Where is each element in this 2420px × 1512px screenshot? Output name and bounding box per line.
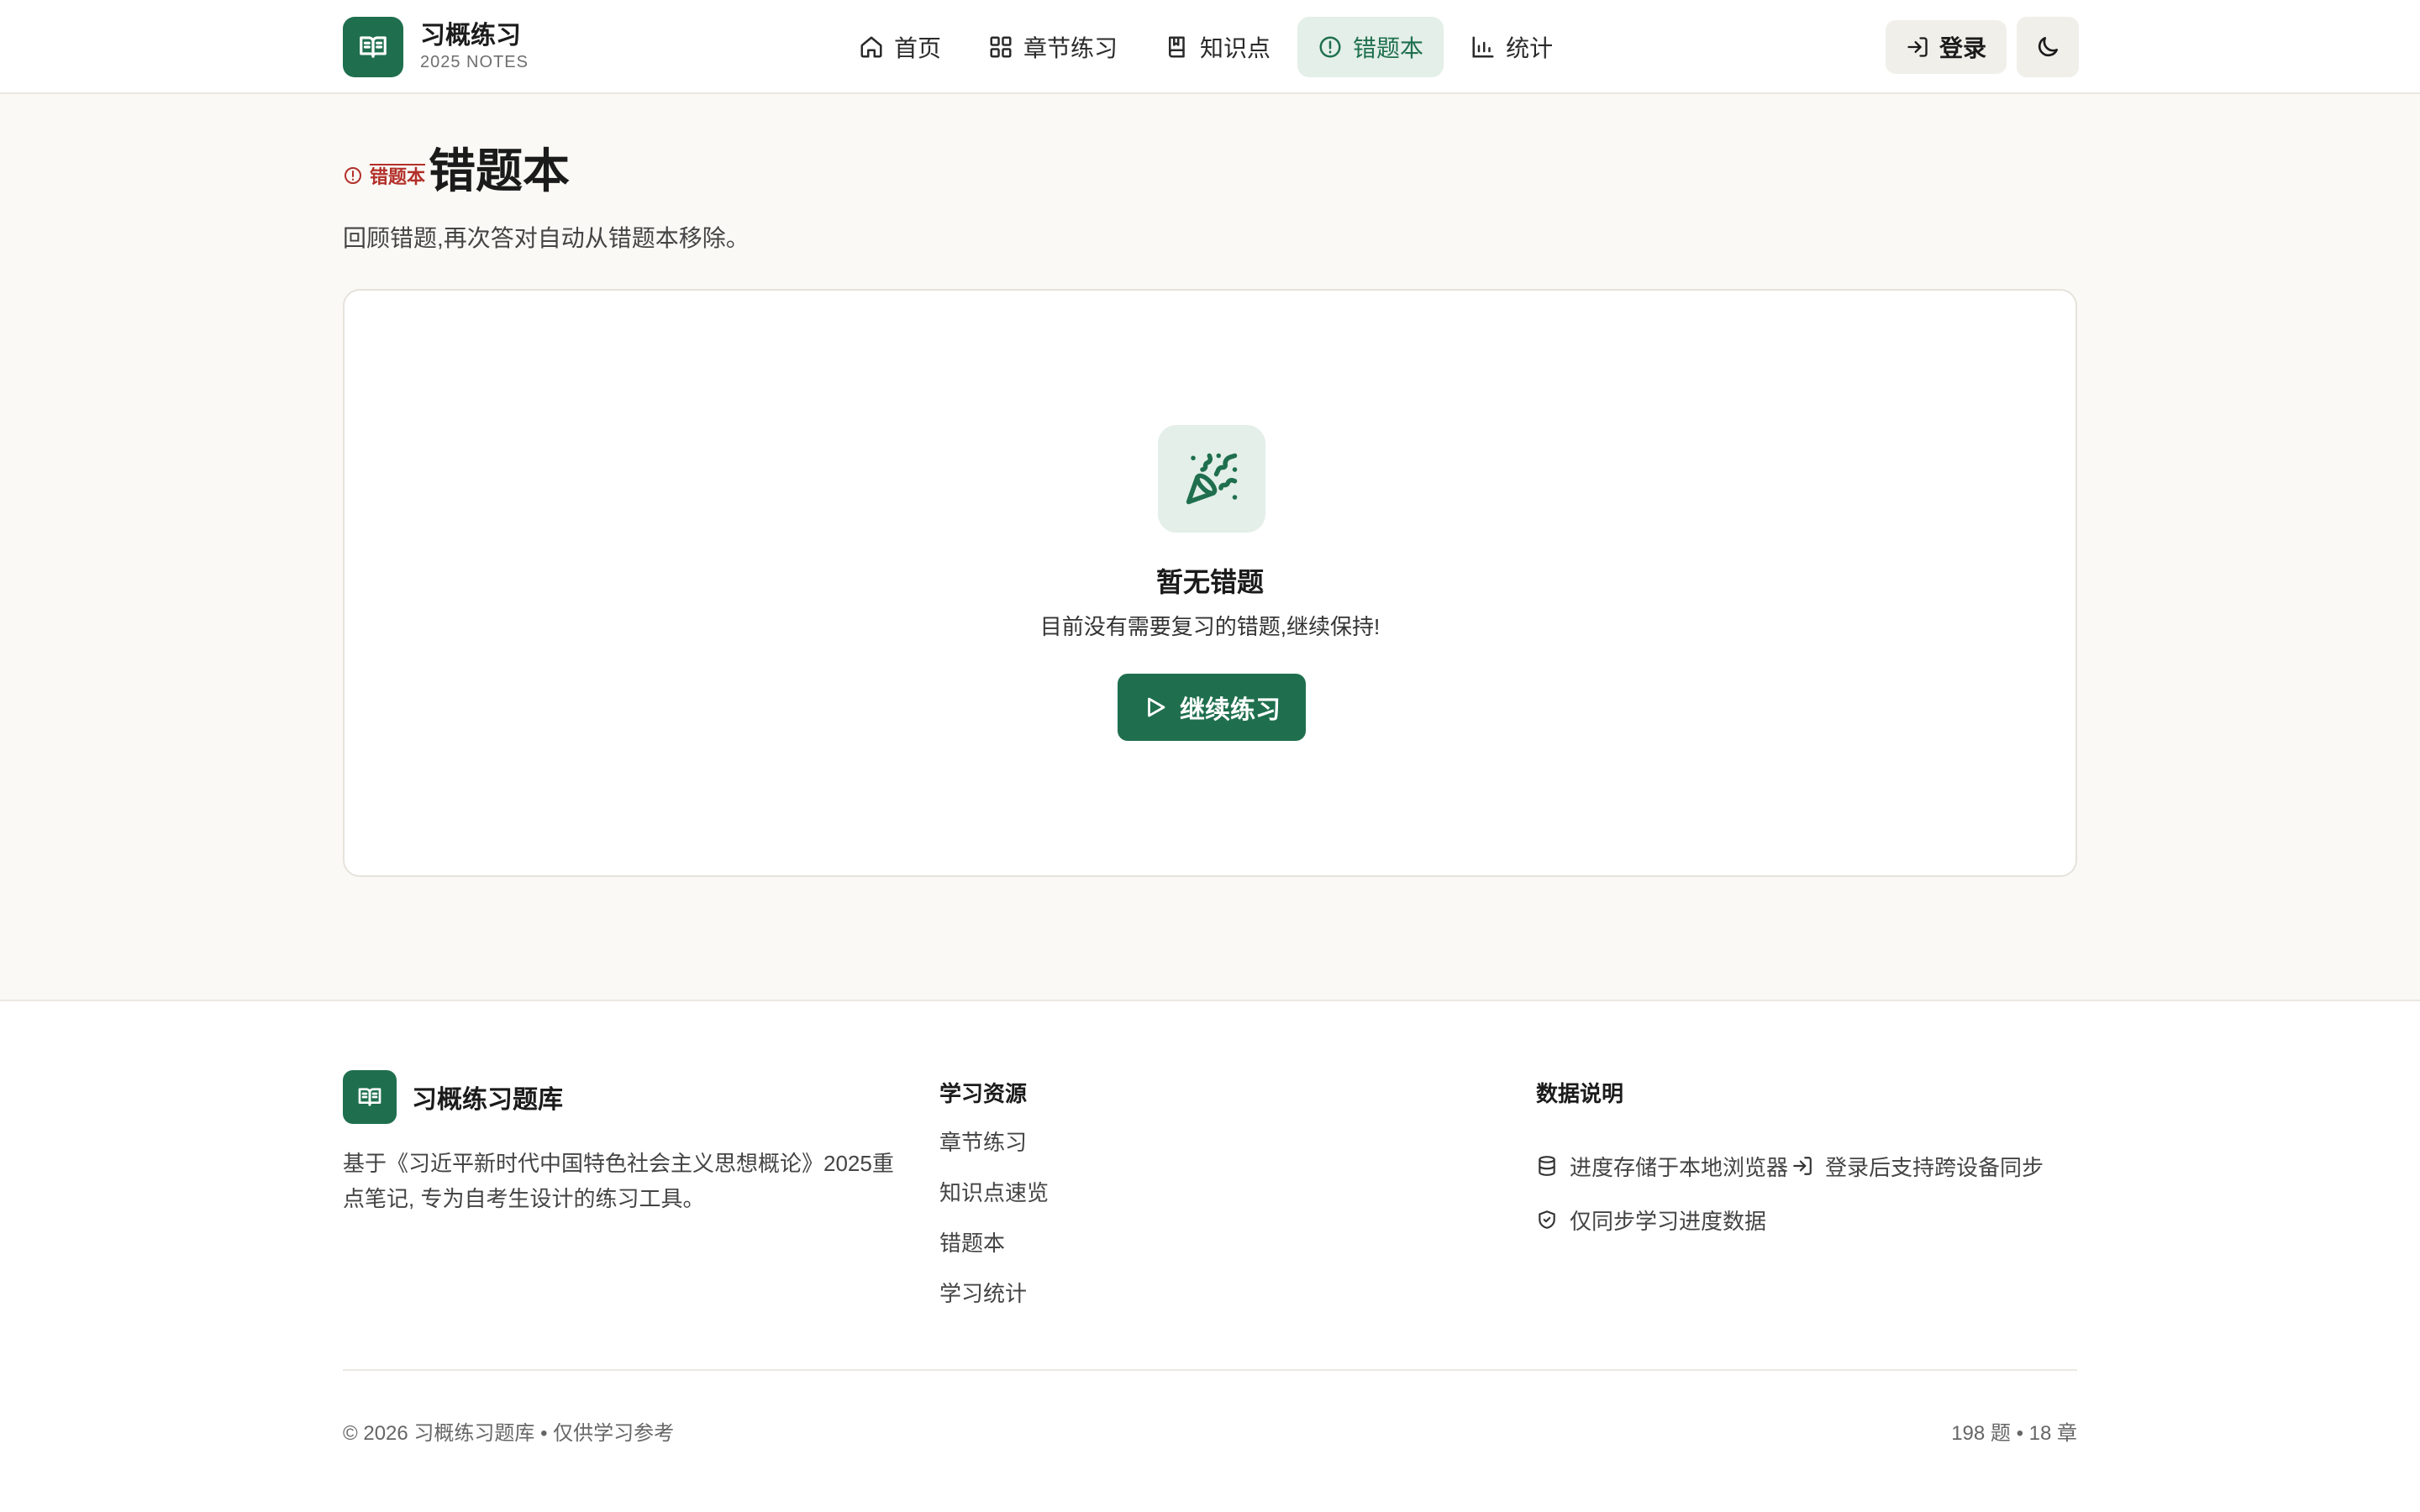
shield-check-icon: [1539, 1210, 1555, 1229]
open-book-icon: [343, 1070, 397, 1124]
section-tag-label: 错题本: [370, 164, 426, 187]
nav-label: 首页: [894, 35, 942, 61]
data-info-title: 数据说明: [1536, 1081, 1624, 1106]
data-info-suffix: 登录后支持跨设备同步: [1825, 1154, 2044, 1180]
footer-description: 基于《习近平新时代中国特色社会主义思想概论》2025重点笔记, 专为自考生设计的…: [343, 1151, 894, 1211]
brand-subtitle: 2025 NOTES: [420, 53, 529, 71]
moon-icon: [2038, 37, 2058, 57]
resources-list: 章节练习 知识点速览 错题本 学习统计: [939, 1126, 1049, 1327]
login-button[interactable]: 登录: [1886, 20, 2007, 74]
home-icon: [860, 36, 882, 58]
footer-link-stats[interactable]: 学习统计: [939, 1277, 1049, 1327]
footer-link-knowledge[interactable]: 知识点速览: [939, 1176, 1049, 1226]
nav-item-mistakes[interactable]: 错题本: [1297, 17, 1444, 77]
footer: 习概练习题库 基于《习近平新时代中国特色社会主义思想概论》2025重点笔记, 专…: [0, 1000, 2420, 1512]
data-info-text: 进度存储于本地浏览器: [1570, 1154, 1789, 1180]
page-subtitle: 回顾错题,再次答对自动从错题本移除。: [343, 225, 750, 251]
brand-title: 习概练习: [420, 22, 521, 50]
page-heading: 错题本 错题本: [343, 141, 570, 202]
page-title: 错题本: [429, 144, 571, 197]
section-tag: 错题本: [343, 164, 426, 187]
grid-icon: [990, 36, 1012, 58]
footer-brand: 习概练习题库: [343, 1070, 563, 1124]
theme-toggle-button[interactable]: [2017, 17, 2079, 77]
bar-chart-icon: [1472, 36, 1494, 58]
play-icon: [1148, 697, 1165, 717]
footer-divider: [343, 1369, 2077, 1371]
main-nav: 首页 章节练习 知识点 错题本 统计: [839, 17, 1573, 77]
continue-practice-label: 继续练习: [1180, 696, 1281, 724]
login-icon: [1907, 37, 1928, 57]
footer-brand-name: 习概练习题库: [412, 1086, 563, 1114]
nav-item-home[interactable]: 首页: [839, 17, 961, 77]
top-header: 习概练习 2025 NOTES 首页 章节练习 知识点 错题本 统计 登录: [0, 0, 2420, 94]
nav-label: 错题本: [1353, 35, 1424, 61]
open-book-icon: [343, 17, 403, 77]
data-info-text: 仅同步学习进度数据: [1570, 1208, 1767, 1234]
book-icon: [1169, 36, 1185, 58]
nav-item-stats[interactable]: 统计: [1450, 17, 1573, 77]
empty-title: 暂无错题: [1155, 567, 1264, 597]
login-icon: [1793, 1157, 1812, 1175]
brand[interactable]: 习概练习 2025 NOTES: [343, 17, 529, 77]
question-stats: 198 题 • 18 章: [1951, 1422, 2077, 1445]
data-info-item: 进度存储于本地浏览器 登录后支持跨设备同步: [1536, 1139, 2044, 1193]
data-info-item: 仅同步学习进度数据: [1536, 1193, 2044, 1247]
nav-label: 知识点: [1200, 35, 1271, 61]
nav-label: 统计: [1506, 35, 1554, 61]
footer-link-chapters[interactable]: 章节练习: [939, 1126, 1049, 1176]
nav-label: 章节练习: [1023, 35, 1118, 61]
nav-item-knowledge[interactable]: 知识点: [1144, 17, 1291, 77]
login-label: 登录: [1939, 35, 1986, 61]
data-info-list: 进度存储于本地浏览器 登录后支持跨设备同步 仅同步学习进度数据: [1536, 1139, 2044, 1247]
empty-state-card: 暂无错题 目前没有需要复习的错题,继续保持! 继续练习: [343, 289, 2077, 877]
database-icon: [1539, 1156, 1555, 1176]
resources-title: 学习资源: [939, 1081, 1028, 1106]
footer-link-mistakes[interactable]: 错题本: [939, 1226, 1049, 1277]
nav-item-chapters[interactable]: 章节练习: [968, 17, 1138, 77]
empty-description: 目前没有需要复习的错题,继续保持!: [1039, 614, 1381, 639]
continue-practice-button[interactable]: 继续练习: [1118, 674, 1306, 741]
copyright: © 2026 习概练习题库 • 仅供学习参考: [343, 1422, 675, 1445]
alert-circle-icon: [345, 167, 361, 184]
alert-circle-icon: [1319, 36, 1341, 58]
party-popper-icon: [1158, 425, 1265, 533]
